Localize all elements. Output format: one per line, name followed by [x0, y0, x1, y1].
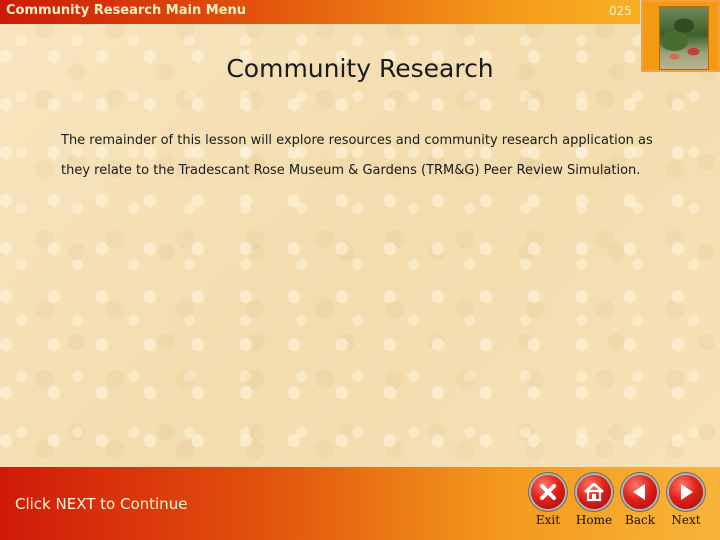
- close-icon: [531, 475, 565, 509]
- page-title: Community Research: [226, 54, 494, 83]
- continue-instruction: Click NEXT to Continue: [15, 495, 188, 513]
- back-button[interactable]: Back: [620, 473, 660, 533]
- exit-button[interactable]: Exit: [528, 473, 568, 533]
- next-button[interactable]: Next: [666, 473, 706, 533]
- home-icon: [577, 475, 611, 509]
- arrow-right-icon: [669, 475, 703, 509]
- menu-title: Community Research Main Menu: [6, 3, 247, 18]
- page-number: 025: [609, 4, 632, 18]
- next-label: Next: [671, 513, 701, 527]
- lesson-text: The remainder of this lesson will explor…: [61, 133, 653, 178]
- title-bar: Community Research Main Menu 025: [0, 0, 640, 24]
- navigation-bar: Click NEXT to Continue Exit Home Back Ne…: [0, 467, 720, 540]
- home-button[interactable]: Home: [574, 473, 614, 533]
- arrow-left-icon: [623, 475, 657, 509]
